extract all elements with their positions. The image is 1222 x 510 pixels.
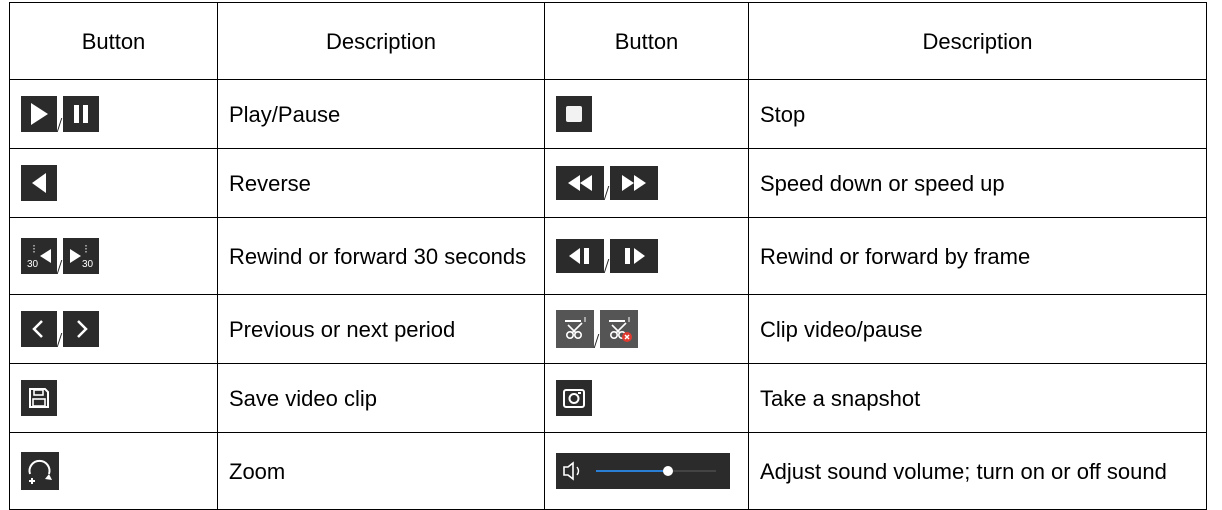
slash-separator <box>604 239 610 273</box>
frame-forward-icon[interactable] <box>610 239 658 273</box>
speaker-icon <box>563 461 574 481</box>
button-cell <box>9 432 218 510</box>
clip-pause-icon[interactable] <box>600 310 638 348</box>
description-cell: Rewind or forward 30 seconds <box>217 217 545 295</box>
header-row: Button Description Button Description <box>9 2 1207 80</box>
pause-icon[interactable] <box>63 96 99 132</box>
clip-icon[interactable] <box>556 310 594 348</box>
save-icon[interactable] <box>21 380 57 416</box>
description-cell: Reverse <box>217 148 545 218</box>
button-cell <box>544 363 749 433</box>
button-cell <box>544 432 749 510</box>
table-row: 30 30 Rewind or forward 30 seconds Rewin… <box>9 217 1207 295</box>
description-cell: Zoom <box>217 432 545 510</box>
volume-slider-icon[interactable] <box>556 453 730 489</box>
volume-fill <box>596 470 668 472</box>
frame-back-icon[interactable] <box>556 239 604 273</box>
button-cell: 30 30 <box>9 217 218 295</box>
button-cell <box>544 294 749 364</box>
slash-separator <box>57 98 63 132</box>
reverse-icon[interactable] <box>21 165 57 201</box>
speed-up-icon[interactable] <box>610 166 658 200</box>
button-cell <box>9 294 218 364</box>
button-cell <box>544 148 749 218</box>
rewind-30-label: 30 <box>27 259 39 270</box>
button-cell <box>544 79 749 149</box>
button-cell <box>544 217 749 295</box>
header-button-2: Button <box>544 2 749 80</box>
description-cell: Stop <box>748 79 1207 149</box>
table-row: Play/Pause Stop <box>9 79 1207 149</box>
description-cell: Adjust sound volume; turn on or off soun… <box>748 432 1207 510</box>
table-row: Reverse Speed down or speed up <box>9 148 1207 218</box>
slash-separator <box>594 314 600 348</box>
table-row: Zoom Adjust sound volume; turn on or off… <box>9 432 1207 510</box>
description-cell: Previous or next period <box>217 294 545 364</box>
next-period-icon[interactable] <box>63 311 99 347</box>
rewind-30-icon[interactable]: 30 <box>21 238 57 274</box>
description-cell: Take a snapshot <box>748 363 1207 433</box>
camera-icon[interactable] <box>556 380 592 416</box>
description-cell: Save video clip <box>217 363 545 433</box>
button-description-table: Button Description Button Description Pl… <box>9 2 1207 510</box>
description-cell: Speed down or speed up <box>748 148 1207 218</box>
header-description-2: Description <box>748 2 1207 80</box>
header-description-1: Description <box>217 2 545 80</box>
previous-period-icon[interactable] <box>21 311 57 347</box>
description-cell: Clip video/pause <box>748 294 1207 364</box>
volume-knob <box>663 466 673 476</box>
forward-30-icon[interactable]: 30 <box>63 238 99 274</box>
forward-30-label: 30 <box>82 259 94 270</box>
button-cell <box>9 148 218 218</box>
slash-separator <box>57 240 63 274</box>
speed-down-icon[interactable] <box>556 166 604 200</box>
table-row: Previous or next period Clip video/pause <box>9 294 1207 364</box>
slash-separator <box>604 166 610 200</box>
slash-separator <box>57 313 63 347</box>
stop-icon[interactable] <box>556 96 592 132</box>
header-button-1: Button <box>9 2 218 80</box>
play-icon[interactable] <box>21 96 57 132</box>
button-cell <box>9 363 218 433</box>
button-cell <box>9 79 218 149</box>
description-cell: Play/Pause <box>217 79 545 149</box>
description-cell: Rewind or forward by frame <box>748 217 1207 295</box>
zoom-icon[interactable] <box>21 452 59 490</box>
table-row: Save video clip Take a snapshot <box>9 363 1207 433</box>
